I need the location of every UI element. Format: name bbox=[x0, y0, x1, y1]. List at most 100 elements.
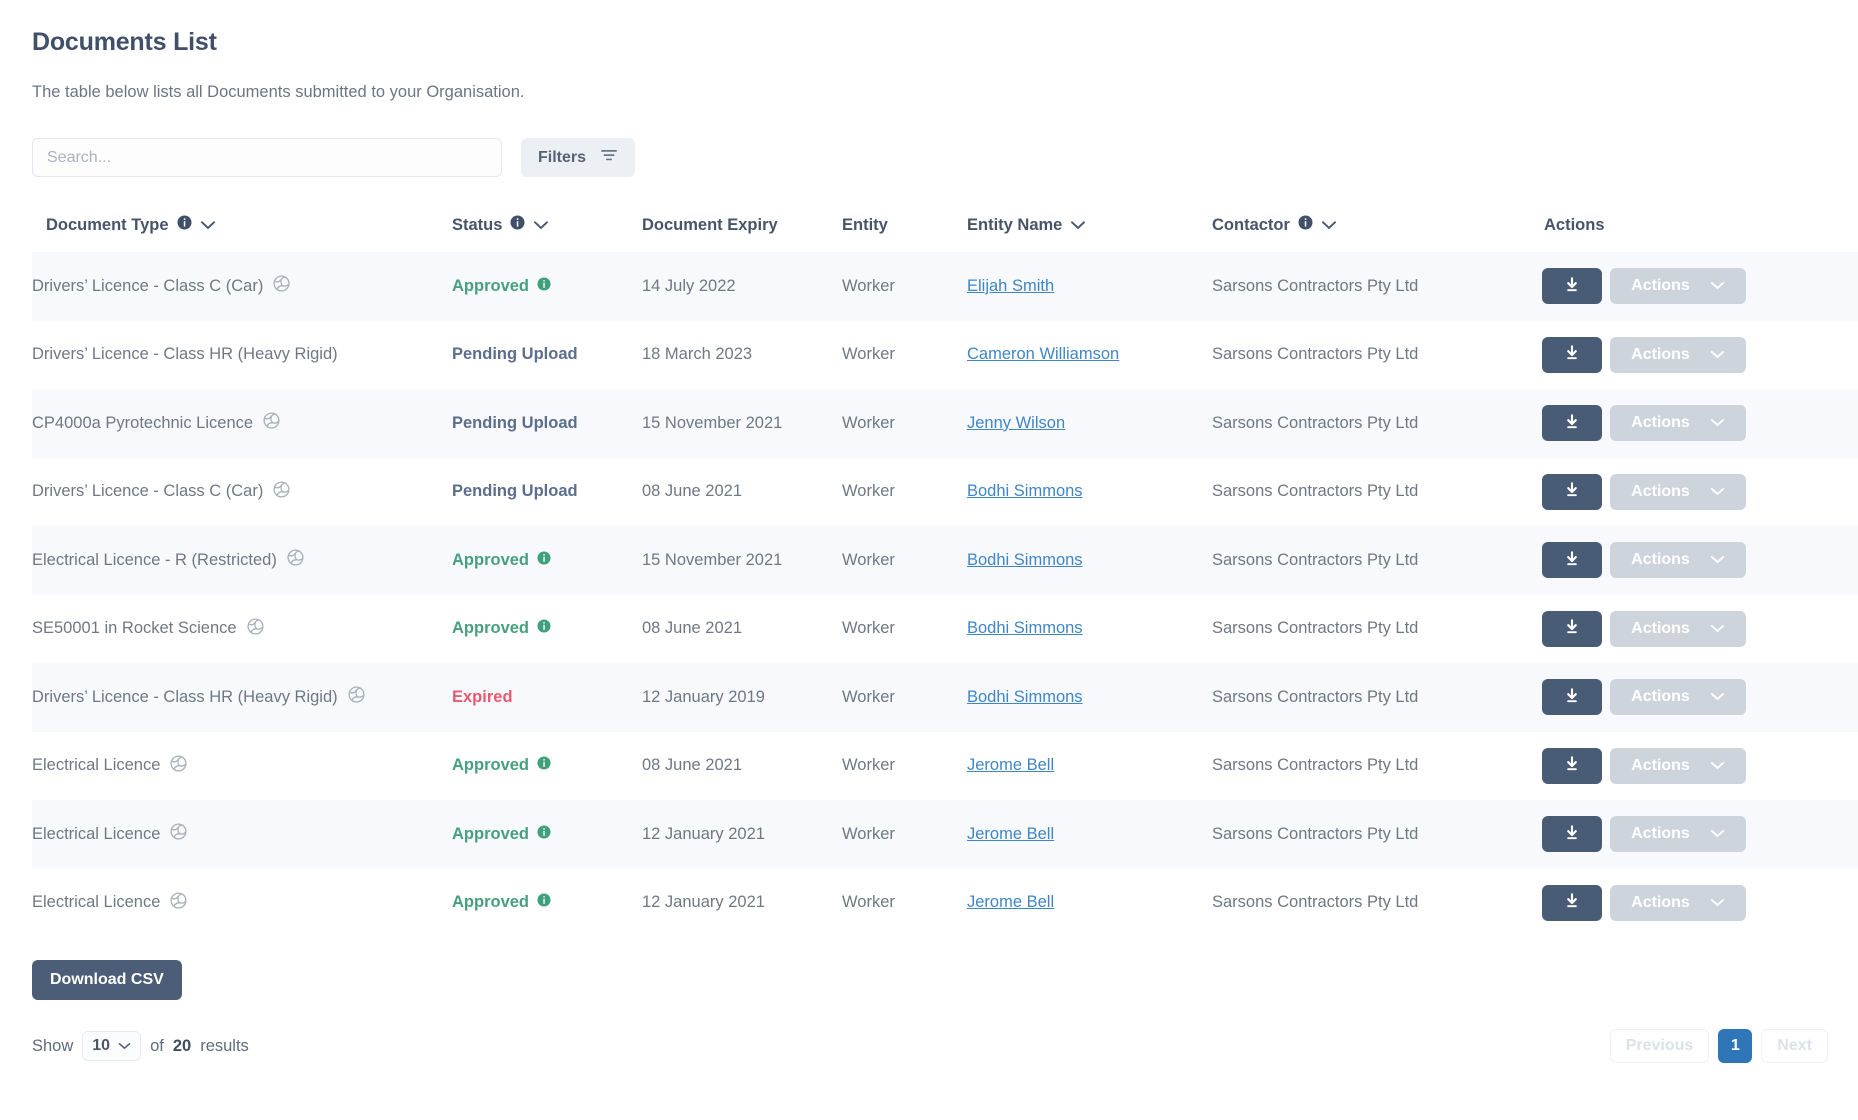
pagination-previous-button[interactable]: Previous bbox=[1609, 1029, 1710, 1063]
entity-name-link[interactable]: Jerome Bell bbox=[967, 756, 1054, 774]
status-info-icon[interactable] bbox=[537, 551, 551, 570]
row-actions-label: Actions bbox=[1631, 893, 1690, 911]
row-download-button[interactable] bbox=[1542, 816, 1602, 853]
col-header-entity: Entity bbox=[842, 215, 967, 252]
pagination-next-button[interactable]: Next bbox=[1761, 1029, 1828, 1063]
chevron-down-icon bbox=[1710, 825, 1725, 843]
row-download-button[interactable] bbox=[1542, 473, 1602, 510]
chevron-down-icon bbox=[1710, 277, 1725, 295]
chevron-down-icon bbox=[1710, 894, 1725, 912]
status-info-icon[interactable] bbox=[537, 277, 551, 296]
entity-name-link[interactable]: Jerome Bell bbox=[967, 825, 1054, 843]
cell-actions: Actions bbox=[1542, 800, 1858, 869]
entity-name-link[interactable]: Cameron Williamson bbox=[967, 345, 1119, 363]
col-header-actions-label: Actions bbox=[1544, 215, 1605, 234]
row-actions-dropdown[interactable]: Actions bbox=[1610, 816, 1746, 853]
entity-name-link[interactable]: Jerome Bell bbox=[967, 893, 1054, 911]
cell-document-expiry: 15 November 2021 bbox=[642, 413, 783, 432]
row-actions-dropdown[interactable]: Actions bbox=[1610, 405, 1746, 442]
of-label: of bbox=[150, 1036, 164, 1055]
pagination: Previous 1 Next bbox=[1609, 1029, 1858, 1063]
cell-status: Pending Upload bbox=[452, 458, 642, 527]
status-text: Approved bbox=[452, 619, 530, 638]
cell-contactor: Sarsons Contractors Pty Ltd bbox=[1212, 619, 1419, 638]
status-badge: Approved bbox=[452, 825, 642, 844]
search-input[interactable] bbox=[32, 138, 502, 177]
chevron-down-icon[interactable] bbox=[200, 216, 216, 235]
page-size-select[interactable]: 10 bbox=[82, 1031, 142, 1061]
row-download-button[interactable] bbox=[1542, 268, 1602, 305]
row-download-button[interactable] bbox=[1542, 884, 1602, 921]
status-text: Expired bbox=[452, 687, 513, 706]
row-download-button[interactable] bbox=[1542, 747, 1602, 784]
chevron-down-icon bbox=[1710, 551, 1725, 569]
row-download-button[interactable] bbox=[1542, 405, 1602, 442]
download-csv-button[interactable]: Download CSV bbox=[32, 960, 182, 1000]
pagination-page-1-button[interactable]: 1 bbox=[1718, 1029, 1753, 1063]
chevron-down-icon[interactable] bbox=[1070, 216, 1086, 235]
table-row: Electrical Licence Approved 12 January 202… bbox=[32, 869, 1858, 938]
row-actions-dropdown[interactable]: Actions bbox=[1610, 610, 1746, 647]
row-actions-dropdown[interactable]: Actions bbox=[1610, 542, 1746, 579]
document-type-text: Electrical Licence - R (Restricted) bbox=[32, 550, 277, 569]
entity-name-link[interactable]: Bodhi Simmons bbox=[967, 688, 1083, 706]
cell-document-type: Electrical Licence bbox=[32, 732, 452, 801]
col-header-document-type[interactable]: Document Type bbox=[32, 215, 452, 252]
status-badge: Approved bbox=[452, 893, 642, 912]
entity-name-link[interactable]: Bodhi Simmons bbox=[967, 551, 1083, 569]
page-size-value: 10 bbox=[92, 1037, 111, 1054]
row-actions-dropdown[interactable]: Actions bbox=[1610, 473, 1746, 510]
info-icon[interactable] bbox=[510, 215, 525, 235]
table-row: Drivers’ Licence - Class HR (Heavy Rigid… bbox=[32, 663, 1858, 732]
entity-name-link[interactable]: Elijah Smith bbox=[967, 277, 1054, 295]
col-header-entity-name[interactable]: Entity Name bbox=[967, 215, 1212, 252]
chevron-down-icon[interactable] bbox=[533, 216, 549, 235]
download-icon bbox=[1563, 550, 1581, 571]
entity-name-link[interactable]: Bodhi Simmons bbox=[967, 619, 1083, 637]
col-header-status[interactable]: Status bbox=[452, 215, 642, 252]
cell-document-expiry: 12 January 2021 bbox=[642, 824, 765, 843]
row-download-button[interactable] bbox=[1542, 542, 1602, 579]
col-header-entity-label: Entity bbox=[842, 215, 888, 234]
row-download-button[interactable] bbox=[1542, 679, 1602, 716]
row-actions-dropdown[interactable]: Actions bbox=[1610, 679, 1746, 716]
row-download-button[interactable] bbox=[1542, 336, 1602, 373]
status-badge: Pending Upload bbox=[452, 414, 642, 433]
row-actions-dropdown[interactable]: Actions bbox=[1610, 268, 1746, 305]
row-actions-dropdown[interactable]: Actions bbox=[1610, 747, 1746, 784]
status-info-icon[interactable] bbox=[537, 893, 551, 912]
cell-entity-name: Jerome Bell bbox=[967, 732, 1212, 801]
cell-document-type: Drivers’ Licence - Class HR (Heavy Rigid… bbox=[32, 663, 452, 732]
cell-contactor: Sarsons Contractors Pty Ltd bbox=[1212, 756, 1419, 775]
table-row: Drivers’ Licence - Class C (Car) Approved… bbox=[32, 252, 1858, 321]
cell-entity-name: Bodhi Simmons bbox=[967, 663, 1212, 732]
cell-document-type: Drivers’ Licence - Class C (Car) bbox=[32, 252, 452, 321]
cell-contactor: Sarsons Contractors Pty Ltd bbox=[1212, 550, 1419, 569]
status-info-icon[interactable] bbox=[537, 756, 551, 775]
col-header-contactor[interactable]: Contactor bbox=[1212, 215, 1542, 252]
cell-entity-name: Bodhi Simmons bbox=[967, 526, 1212, 595]
download-icon bbox=[1563, 481, 1581, 502]
filters-button[interactable]: Filters bbox=[521, 138, 636, 177]
status-text: Approved bbox=[452, 824, 530, 843]
chevron-down-icon[interactable] bbox=[1321, 216, 1337, 235]
row-download-button[interactable] bbox=[1542, 610, 1602, 647]
row-actions-dropdown[interactable]: Actions bbox=[1610, 884, 1746, 921]
global-document-icon bbox=[273, 275, 290, 297]
col-header-actions: Actions bbox=[1542, 215, 1858, 252]
filter-icon bbox=[600, 148, 618, 167]
status-badge: Approved bbox=[452, 756, 642, 775]
entity-name-link[interactable]: Bodhi Simmons bbox=[967, 482, 1083, 500]
status-info-icon[interactable] bbox=[537, 619, 551, 638]
cell-document-expiry: 15 November 2021 bbox=[642, 550, 783, 569]
table-row: Electrical Licence Approved 08 June 2021 Wo… bbox=[32, 732, 1858, 801]
cell-document-expiry: 12 January 2021 bbox=[642, 893, 765, 912]
entity-name-link[interactable]: Jenny Wilson bbox=[967, 414, 1065, 432]
table-row: CP4000a Pyrotechnic Licence Pending Uploa… bbox=[32, 389, 1858, 458]
row-actions-dropdown[interactable]: Actions bbox=[1610, 336, 1746, 373]
cell-contactor: Sarsons Contractors Pty Ltd bbox=[1212, 893, 1419, 912]
status-info-icon[interactable] bbox=[537, 825, 551, 844]
row-actions-label: Actions bbox=[1631, 688, 1690, 706]
info-icon[interactable] bbox=[1298, 215, 1313, 235]
info-icon[interactable] bbox=[177, 215, 192, 235]
